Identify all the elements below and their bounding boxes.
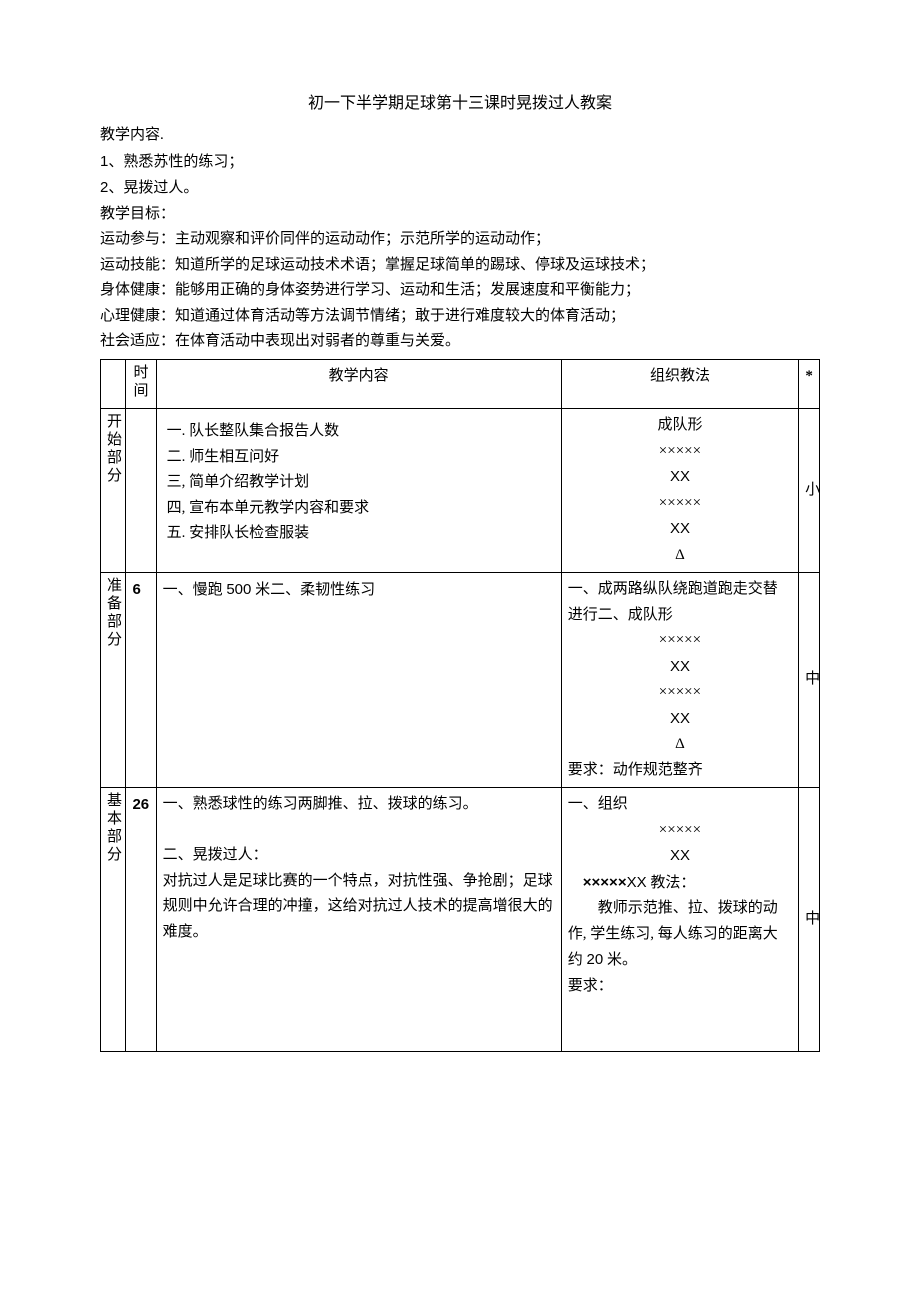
th-last: * (799, 359, 820, 409)
goal-label: 教学目标： (100, 202, 820, 228)
th-method: 组织教法 (561, 359, 798, 409)
goal-3: 身体健康：能够用正确的身体姿势进行学习、运动和生活；发展速度和平衡能力； (100, 278, 820, 304)
section-label-start: 开始部分 (101, 409, 126, 573)
content-label: 教学内容. (100, 123, 820, 149)
time-main: 26 (126, 788, 156, 1052)
intensity-main: 中 (799, 788, 820, 1052)
method-main: 一、组织 ××××× XX ×××××XX 教法： 教师示范推、拉、拨球的动作,… (561, 788, 798, 1052)
method-prep: 一、成两路纵队绕跑道跑走交替进行二、成队形 ××××× XX ××××× XX … (561, 573, 798, 788)
time-prep: 6 (126, 573, 156, 788)
table-row: 准备部分 6 一、慢跑 500 米二、柔韧性练习 一、成两路纵队绕跑道跑走交替进… (101, 573, 820, 788)
th-section (101, 359, 126, 409)
content-start: 一. 队长整队集合报告人数 二. 师生相互问好 三, 简单介绍教学计划 四, 宣… (156, 409, 561, 573)
time-start (126, 409, 156, 573)
lesson-plan-table: 时间 教学内容 组织教法 * 开始部分 一. 队长整队集合报告人数 二. 师生相… (100, 359, 820, 1053)
content-main: 一、熟悉球性的练习两脚推、拉、拨球的练习。 二、晃拨过人： 对抗过人是足球比赛的… (156, 788, 561, 1052)
table-row: 开始部分 一. 队长整队集合报告人数 二. 师生相互问好 三, 简单介绍教学计划… (101, 409, 820, 573)
section-label-prep: 准备部分 (101, 573, 126, 788)
section-label-main: 基本部分 (101, 788, 126, 1052)
table-row: 基本部分 26 一、熟悉球性的练习两脚推、拉、拨球的练习。 二、晃拨过人： 对抗… (101, 788, 820, 1052)
goal-1: 运动参与：主动观察和评价同伴的运动动作；示范所学的运动动作； (100, 227, 820, 253)
intensity-start: 小 (799, 409, 820, 573)
content-item-2: 2、晃拨过人。 (100, 175, 820, 202)
content-prep: 一、慢跑 500 米二、柔韧性练习 (156, 573, 561, 788)
content-item-1: 11、熟悉苏性的练习；、熟悉苏性的练习； (100, 149, 820, 176)
goal-5: 社会适应：在体育活动中表现出对弱者的尊重与关爱。 (100, 329, 820, 355)
document-title: 初一下半学期足球第十三课时晃拨过人教案 (100, 90, 820, 117)
goal-4: 心理健康：知道通过体育活动等方法调节情绪；敢于进行难度较大的体育活动； (100, 304, 820, 330)
goal-2: 运动技能：知道所学的足球运动技术术语；掌握足球简单的踢球、停球及运球技术； (100, 253, 820, 279)
intensity-prep: 中 (799, 573, 820, 788)
th-content: 教学内容 (156, 359, 561, 409)
method-start: 成队形 ××××× XX ××××× XX Δ (561, 409, 798, 573)
th-time: 时间 (126, 359, 156, 409)
